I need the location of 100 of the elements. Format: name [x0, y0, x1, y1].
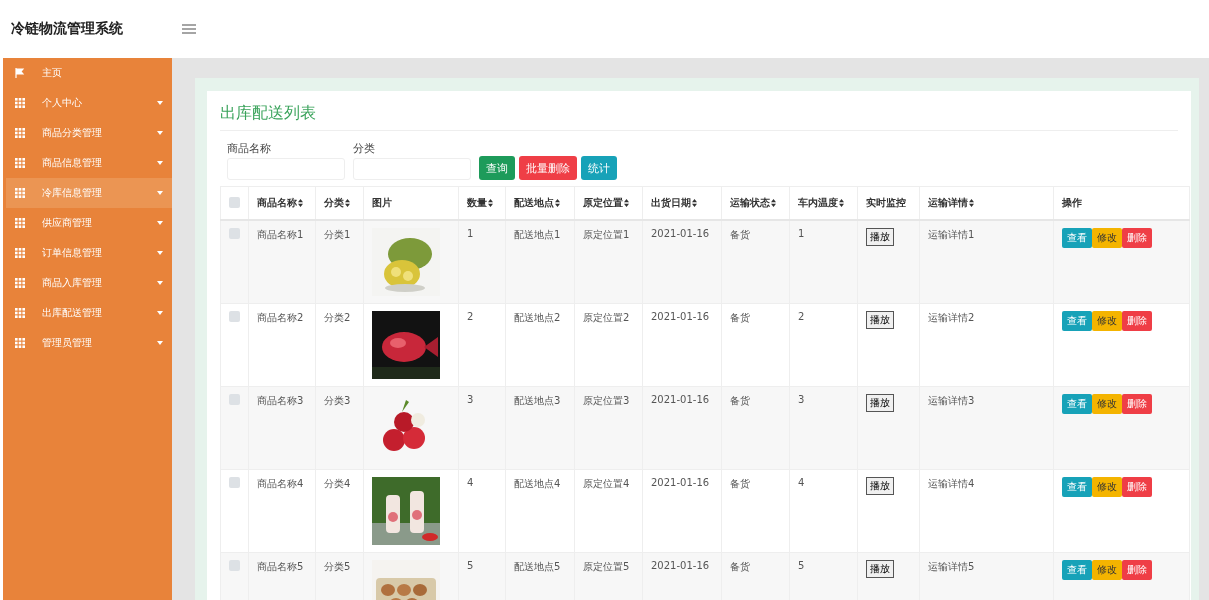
sidebar-item[interactable]: 供应商管理 [6, 208, 172, 238]
table-cell: 2021-01-16 [651, 477, 710, 488]
grid-icon [15, 128, 25, 138]
sort-icon[interactable] [298, 199, 303, 207]
table-cell: 分类4 [324, 478, 351, 489]
grid-icon [15, 218, 25, 228]
caret-icon [157, 311, 163, 315]
sidebar-item[interactable]: 个人中心 [6, 88, 172, 118]
table-cell: 3 [467, 394, 474, 405]
sort-icon[interactable] [488, 199, 493, 207]
checkbox[interactable] [229, 228, 240, 239]
table-cell: 原定位置2 [583, 312, 630, 323]
play-button[interactable]: 播放 [866, 228, 894, 246]
table-cell: 3 [798, 394, 805, 405]
caret-icon [157, 251, 163, 255]
table-cell: 分类3 [324, 395, 351, 406]
table-cell: 备货 [730, 312, 750, 323]
action-button[interactable]: 删除 [1122, 560, 1152, 580]
table-cell: 运输详情5 [928, 561, 975, 572]
sidebar-item[interactable]: 出库配送管理 [6, 298, 172, 328]
play-button[interactable]: 播放 [866, 394, 894, 412]
toolbar-button[interactable]: 查询 [479, 156, 515, 180]
table-cell: 备货 [730, 478, 750, 489]
table-cell: 备货 [730, 561, 750, 572]
sidebar-item[interactable]: 主页 [6, 58, 172, 88]
play-button[interactable]: 播放 [866, 560, 894, 578]
grid-icon [15, 308, 25, 318]
table-cell: 4 [467, 477, 474, 488]
caret-icon [157, 161, 163, 165]
table-cell: 运输详情4 [928, 478, 975, 489]
table-cell: 商品名称5 [257, 561, 304, 572]
sort-icon[interactable] [555, 199, 560, 207]
grid-icon [15, 248, 25, 258]
table-cell: 运输详情1 [928, 229, 975, 240]
sidebar-item[interactable]: 订单信息管理 [6, 238, 172, 268]
checkbox[interactable] [229, 196, 240, 208]
table-cell: 1 [798, 228, 805, 239]
table-cell: 商品名称2 [257, 312, 304, 323]
toolbar-button[interactable]: 批量删除 [519, 156, 577, 180]
table-cell: 原定位置1 [583, 229, 630, 240]
sort-icon[interactable] [969, 199, 974, 207]
checkbox[interactable] [229, 477, 240, 488]
checkbox[interactable] [229, 394, 240, 405]
table-cell: 配送地点1 [514, 229, 561, 240]
sort-icon[interactable] [771, 199, 776, 207]
table-cell: 原定位置5 [583, 561, 630, 572]
filter-label: 分类 [353, 141, 376, 156]
action-button[interactable]: 查看 [1062, 311, 1092, 331]
table-cell: 商品名称3 [257, 395, 304, 406]
toolbar-button[interactable]: 统计 [581, 156, 617, 180]
table-cell: 配送地点5 [514, 561, 561, 572]
sidebar-item[interactable]: 冷库信息管理 [6, 178, 172, 208]
play-button[interactable]: 播放 [866, 477, 894, 495]
play-button[interactable]: 播放 [866, 311, 894, 329]
table-cell: 2 [467, 311, 474, 322]
checkbox[interactable] [229, 560, 240, 571]
table-cell: 2021-01-16 [651, 311, 710, 322]
table-cell: 分类1 [324, 229, 351, 240]
sidebar-item[interactable]: 商品信息管理 [6, 148, 172, 178]
flag-icon [15, 68, 25, 78]
table-cell: 运输详情3 [928, 395, 975, 406]
app-title: 冷链物流管理系统 [11, 20, 124, 38]
caret-icon [157, 221, 163, 225]
table-cell: 备货 [730, 229, 750, 240]
action-button[interactable]: 删除 [1122, 477, 1152, 497]
action-button[interactable]: 修改 [1092, 311, 1122, 331]
table-cell: 原定位置4 [583, 478, 630, 489]
table-cell: 5 [798, 560, 805, 571]
table-cell: 商品名称1 [257, 229, 304, 240]
caret-icon [157, 281, 163, 285]
checkbox[interactable] [229, 311, 240, 322]
table-cell: 分类5 [324, 561, 351, 572]
table-cell: 2021-01-16 [651, 560, 710, 571]
sort-icon[interactable] [839, 199, 844, 207]
grid-icon [15, 158, 25, 168]
action-button[interactable]: 修改 [1092, 477, 1122, 497]
action-button[interactable]: 删除 [1122, 228, 1152, 248]
action-button[interactable]: 查看 [1062, 560, 1092, 580]
action-button[interactable]: 删除 [1122, 394, 1152, 414]
action-button[interactable]: 修改 [1092, 228, 1122, 248]
action-button[interactable]: 删除 [1122, 311, 1152, 331]
sidebar-item[interactable]: 商品入库管理 [6, 268, 172, 298]
sort-icon[interactable] [345, 199, 350, 207]
caret-icon [157, 131, 163, 135]
action-button[interactable]: 查看 [1062, 394, 1092, 414]
table-cell: 2021-01-16 [651, 228, 710, 239]
table-cell: 分类2 [324, 312, 351, 323]
sidebar-item[interactable]: 商品分类管理 [6, 118, 172, 148]
sidebar-item[interactable]: 管理员管理 [6, 328, 172, 358]
sort-icon[interactable] [692, 199, 697, 207]
sort-icon[interactable] [624, 199, 629, 207]
action-button[interactable]: 修改 [1092, 560, 1122, 580]
action-button[interactable]: 查看 [1062, 477, 1092, 497]
table-cell: 配送地点3 [514, 395, 561, 406]
action-button[interactable]: 修改 [1092, 394, 1122, 414]
table-cell: 5 [467, 560, 474, 571]
table-cell: 运输详情2 [928, 312, 975, 323]
table-cell: 2 [798, 311, 805, 322]
table-cell: 商品名称4 [257, 478, 304, 489]
action-button[interactable]: 查看 [1062, 228, 1092, 248]
